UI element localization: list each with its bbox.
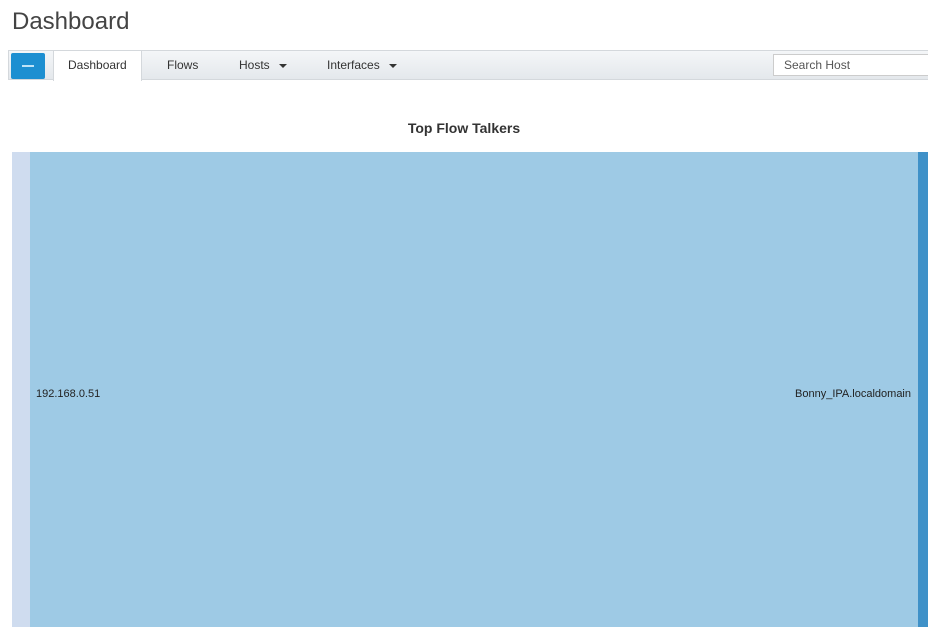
nav-dropdown-hosts-label: Hosts [239, 58, 270, 72]
search-host-input[interactable] [773, 54, 928, 76]
sankey-link[interactable] [30, 152, 918, 627]
sankey-node-left-label: 192.168.0.51 [36, 388, 100, 400]
top-navbar: Dashboard Flows Hosts Interfaces [8, 50, 928, 81]
nav-tab-dashboard-label: Dashboard [68, 58, 127, 72]
page-title: Dashboard [12, 8, 130, 35]
chart-title: Top Flow Talkers [407, 120, 521, 136]
sankey-node-right[interactable] [918, 152, 928, 627]
nav-tab-dashboard[interactable]: Dashboard [53, 51, 142, 81]
nav-tab-flows-label: Flows [167, 58, 199, 72]
home-icon [22, 65, 34, 67]
caret-down-icon [279, 63, 288, 68]
top-flow-talkers-sankey: 192.168.0.51 Bonny_IPA.localdomain [12, 152, 928, 627]
nav-dropdown-hosts[interactable]: Hosts [239, 51, 288, 79]
caret-down-icon [389, 63, 398, 68]
sankey-node-right-label: Bonny_IPA.localdomain [795, 388, 911, 400]
nav-dropdown-interfaces-label: Interfaces [327, 58, 380, 72]
nav-tab-flows[interactable]: Flows [167, 51, 198, 79]
nav-dropdown-interfaces[interactable]: Interfaces [327, 51, 398, 79]
ntop-logo-icon[interactable] [11, 53, 45, 79]
sankey-node-left[interactable] [12, 152, 30, 627]
